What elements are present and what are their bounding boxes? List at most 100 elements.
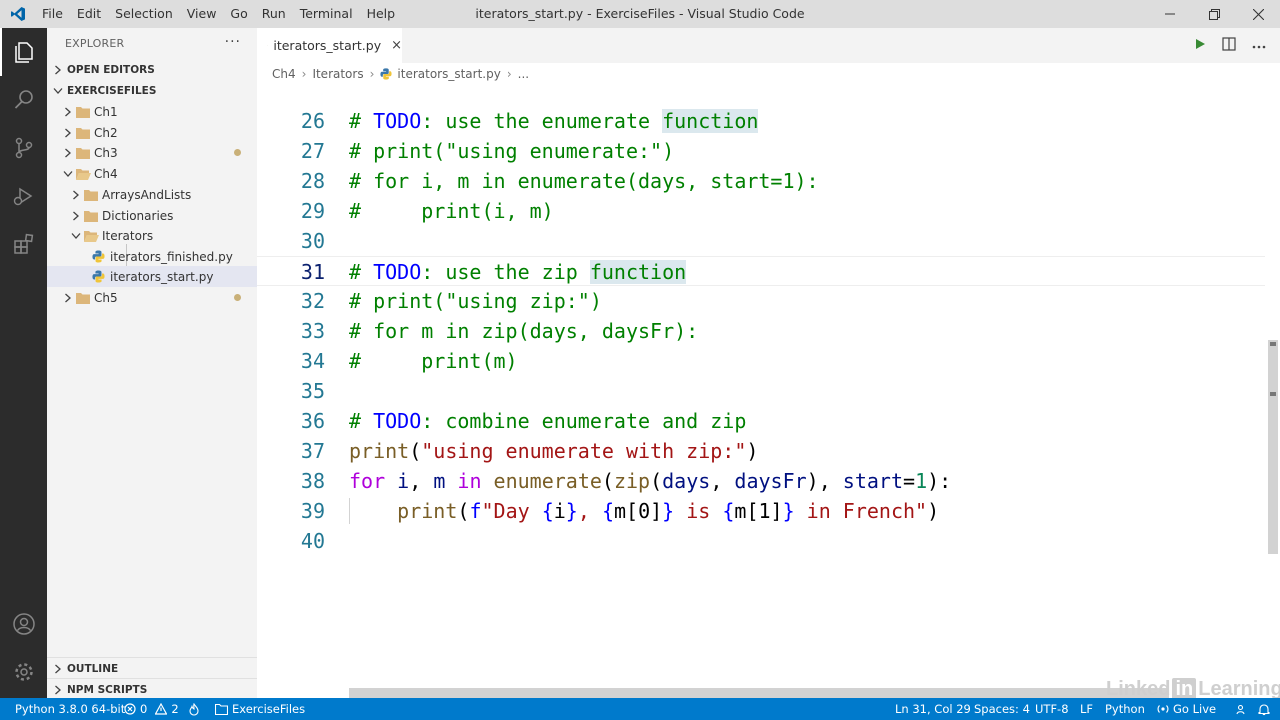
sidebar-more-button[interactable]: ··· bbox=[225, 34, 241, 50]
outline-section[interactable]: OUTLINE bbox=[47, 657, 257, 679]
chevron-right-icon bbox=[55, 664, 61, 673]
npm-scripts-label: NPM SCRIPTS bbox=[67, 683, 148, 696]
tree-item-ch4[interactable]: Ch4 bbox=[47, 163, 257, 184]
problems-indicator[interactable]: 0 2 bbox=[124, 698, 179, 720]
close-icon bbox=[1252, 8, 1264, 20]
accounts-activity[interactable] bbox=[0, 600, 47, 648]
notifications-button[interactable] bbox=[1258, 698, 1270, 720]
breadcrumb: Ch4 › Iterators › iterators_start.py › .… bbox=[272, 63, 529, 85]
code-line[interactable]: 32 # print("using zip:") bbox=[257, 286, 1265, 316]
indentation[interactable]: Spaces: 4 bbox=[974, 698, 1030, 720]
tree-item-label: Ch1 bbox=[94, 104, 118, 119]
menu-terminal[interactable]: Terminal bbox=[293, 0, 360, 28]
extensions-activity[interactable] bbox=[0, 220, 47, 268]
tab-iterators-start[interactable]: iterators_start.py × bbox=[257, 28, 402, 63]
menu-run[interactable]: Run bbox=[255, 0, 293, 28]
code-line[interactable]: 36 # TODO: combine enumerate and zip bbox=[257, 406, 1265, 436]
watermark-text: Learning bbox=[1198, 678, 1280, 700]
code-line[interactable]: 37 print("using enumerate with zip:") bbox=[257, 436, 1265, 466]
menu-selection[interactable]: Selection bbox=[108, 0, 180, 28]
breadcrumb-iterators[interactable]: Iterators bbox=[312, 67, 363, 81]
explorer-activity[interactable] bbox=[0, 28, 47, 76]
line-content: # TODO: use the enumerate function bbox=[349, 109, 759, 133]
code-line[interactable]: 34 # print(m) bbox=[257, 346, 1265, 376]
encoding[interactable]: UTF-8 bbox=[1035, 698, 1069, 720]
language-mode[interactable]: Python bbox=[1105, 698, 1145, 720]
split-editor-button[interactable] bbox=[1222, 36, 1236, 55]
code-line[interactable]: 40 bbox=[257, 526, 1265, 556]
tree-item-dictionaries[interactable]: Dictionaries bbox=[47, 205, 257, 226]
tree-item-iterators-finished[interactable]: iterators_finished.py bbox=[47, 246, 257, 267]
code-line[interactable]: 27 # print("using enumerate:") bbox=[257, 136, 1265, 166]
npm-scripts-section[interactable]: NPM SCRIPTS bbox=[47, 678, 257, 700]
source-control-activity[interactable] bbox=[0, 124, 47, 172]
tree-item-ch3[interactable]: Ch3 bbox=[47, 142, 257, 163]
open-editors-section[interactable]: OPEN EDITORS bbox=[47, 59, 257, 81]
feedback-button[interactable] bbox=[1236, 698, 1249, 720]
workspace-section[interactable]: EXERCISEFILES bbox=[47, 80, 257, 102]
eol-label: LF bbox=[1080, 702, 1094, 716]
tree-item-iterators-start[interactable]: iterators_start.py bbox=[47, 266, 257, 287]
run-debug-icon bbox=[13, 187, 32, 206]
tree-item-ch5[interactable]: Ch5 bbox=[47, 287, 257, 308]
warning-count: 2 bbox=[171, 702, 179, 716]
horizontal-scrollbar[interactable] bbox=[349, 688, 1169, 698]
search-activity[interactable] bbox=[0, 76, 47, 124]
menu-help[interactable]: Help bbox=[360, 0, 403, 28]
chevron-right-icon bbox=[55, 65, 61, 75]
vscode-logo-icon[interactable] bbox=[0, 0, 35, 28]
workspace-folder[interactable]: ExerciseFiles bbox=[215, 698, 305, 720]
tree-item-iterators[interactable]: Iterators bbox=[47, 225, 257, 246]
code-line[interactable]: 38 for i, m in enumerate(zip(days, daysFr… bbox=[257, 466, 1265, 496]
folder-icon bbox=[76, 147, 90, 159]
more-actions-button[interactable] bbox=[1252, 38, 1266, 53]
menu-edit[interactable]: Edit bbox=[70, 0, 108, 28]
menu-go[interactable]: Go bbox=[223, 0, 254, 28]
tab-close-button[interactable]: × bbox=[391, 38, 402, 53]
code-line-current[interactable]: 31 # TODO: use the zip function bbox=[257, 256, 1265, 286]
menu-file[interactable]: File bbox=[35, 0, 70, 28]
line-number: 37 bbox=[300, 439, 325, 463]
tree-item-label: Ch2 bbox=[94, 125, 118, 140]
chevron-down-icon bbox=[71, 232, 81, 239]
code-line[interactable]: 30 bbox=[257, 226, 1265, 256]
tree-item-label: iterators_start.py bbox=[110, 269, 214, 284]
tree-item-label: Ch5 bbox=[94, 290, 118, 305]
tree-item-ch1[interactable]: Ch1 bbox=[47, 101, 257, 122]
end-of-line[interactable]: LF bbox=[1080, 698, 1093, 720]
tab-bar: iterators_start.py × bbox=[257, 28, 1280, 63]
tree-item-arraysandlists[interactable]: ArraysAndLists bbox=[47, 184, 257, 205]
live-share-button[interactable] bbox=[188, 698, 200, 720]
search-icon bbox=[14, 90, 33, 109]
manage-activity[interactable] bbox=[0, 648, 47, 696]
tree-item-label: Iterators bbox=[102, 228, 154, 243]
menu-view[interactable]: View bbox=[180, 0, 224, 28]
run-debug-activity[interactable] bbox=[0, 172, 47, 220]
explorer-sidebar: EXPLORER ··· OPEN EDITORS EXERCISEFILES … bbox=[47, 28, 257, 698]
chevron-right-icon bbox=[73, 211, 79, 220]
code-line[interactable]: 39 print(f"Day {i}, {m[0]} is {m[1]} in … bbox=[257, 496, 1265, 526]
breadcrumb-file[interactable]: iterators_start.py bbox=[397, 67, 500, 81]
go-live-button[interactable]: Go Live bbox=[1157, 698, 1216, 720]
files-icon bbox=[14, 42, 33, 63]
python-interpreter[interactable]: Python 3.8.0 64-bit bbox=[15, 698, 125, 720]
code-line[interactable]: 28 # for i, m in enumerate(days, start=1)… bbox=[257, 166, 1265, 196]
code-line[interactable]: 29 # print(i, m) bbox=[257, 196, 1265, 226]
line-content: print(f"Day {i}, {m[0]} is {m[1]} in Fre… bbox=[397, 499, 940, 523]
vertical-scrollbar[interactable] bbox=[1268, 340, 1278, 554]
code-line[interactable]: 33 # for m in zip(days, daysFr): bbox=[257, 316, 1265, 346]
breadcrumb-ch4[interactable]: Ch4 bbox=[272, 67, 296, 81]
go-live-label: Go Live bbox=[1173, 702, 1217, 716]
restore-button[interactable] bbox=[1192, 0, 1236, 28]
breadcrumb-symbol[interactable]: ... bbox=[518, 67, 529, 81]
folder-icon bbox=[76, 127, 90, 139]
code-line[interactable]: 35 bbox=[257, 376, 1265, 406]
title-bar: File Edit Selection View Go Run Terminal… bbox=[0, 0, 1280, 28]
close-window-button[interactable] bbox=[1236, 0, 1280, 28]
minimize-button[interactable] bbox=[1148, 0, 1192, 28]
run-file-button[interactable] bbox=[1194, 38, 1206, 54]
chevron-right-icon bbox=[65, 128, 71, 137]
cursor-position[interactable]: Ln 31, Col 29 bbox=[895, 698, 971, 720]
code-line[interactable]: 26 # TODO: use the enumerate function bbox=[257, 106, 1265, 136]
tree-item-ch2[interactable]: Ch2 bbox=[47, 122, 257, 143]
